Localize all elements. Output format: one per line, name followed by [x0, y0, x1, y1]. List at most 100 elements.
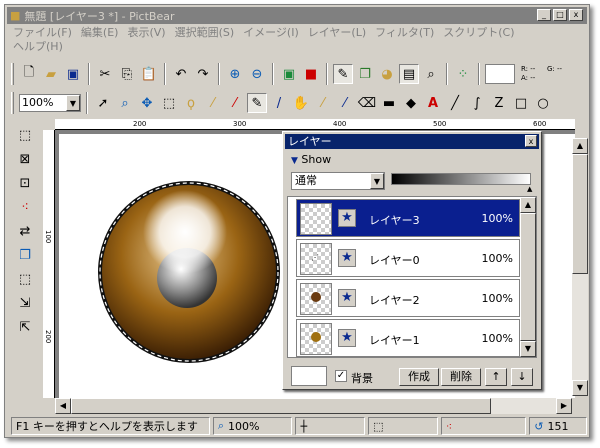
layer-row[interactable]: ★ レイヤー2 100% — [296, 279, 520, 317]
zoom-tool-icon[interactable]: ⌕ — [115, 93, 135, 113]
swap-icon[interactable]: ⇄ — [15, 221, 35, 241]
close-icon[interactable]: x — [525, 135, 537, 147]
menu-help[interactable]: ヘルプ(H) — [13, 40, 63, 54]
menu-view[interactable]: 表示(V) — [127, 26, 165, 40]
lasso-icon[interactable]: ϙ — [181, 93, 201, 113]
maximize-button[interactable]: □ — [553, 9, 567, 21]
minimize-button[interactable]: _ — [537, 9, 551, 21]
vertical-scrollbar[interactable]: ▲ ▼ — [572, 138, 588, 396]
brush-panel-icon[interactable]: ✎ — [333, 64, 353, 84]
move-layer-down-button[interactable]: ↓ — [511, 368, 533, 386]
eraser-icon[interactable]: ⌫ — [357, 93, 377, 113]
info-panel-icon[interactable]: ▤ — [399, 64, 419, 84]
bg-color-swatch[interactable] — [291, 366, 327, 386]
export-icon[interactable]: ⇲ — [15, 293, 35, 313]
eye-drawing — [98, 181, 280, 363]
line-tool-icon[interactable]: ╱ — [445, 93, 465, 113]
image-icon[interactable]: ▣ — [279, 64, 299, 84]
cut-icon[interactable]: ✂ — [95, 64, 115, 84]
scroll-down-button[interactable]: ▼ — [520, 341, 536, 357]
visibility-star-icon[interactable]: ★ — [338, 329, 356, 347]
menu-selection[interactable]: 選択範囲(S) — [175, 26, 235, 40]
layer-opacity: 100% — [481, 332, 513, 345]
menu-image[interactable]: イメージ(I) — [243, 26, 299, 40]
menu-filter[interactable]: フィルタ(T) — [375, 26, 434, 40]
move-tool-icon[interactable]: ✥ — [137, 93, 157, 113]
scroll-down-button[interactable]: ▼ — [572, 380, 588, 396]
rect-select-icon[interactable]: ⬚ — [159, 93, 179, 113]
menu-layer[interactable]: レイヤー(L) — [308, 26, 366, 40]
zoom-select[interactable]: 100% ▼ — [19, 94, 81, 112]
clone-icon[interactable]: ▬ — [379, 93, 399, 113]
chevron-down-icon[interactable]: ▼ — [370, 173, 384, 189]
import-icon[interactable]: ⇱ — [15, 317, 35, 337]
scroll-up-button[interactable]: ▲ — [520, 197, 536, 213]
save-icon[interactable]: ▣ — [63, 64, 83, 84]
hand-tool-icon[interactable]: ✋ — [291, 93, 311, 113]
menu-edit[interactable]: 編集(E) — [81, 26, 119, 40]
layer-copy-icon[interactable]: ❐ — [15, 245, 35, 265]
move-layer-up-button[interactable]: ↑ — [485, 368, 507, 386]
visibility-star-icon[interactable]: ★ — [338, 249, 356, 267]
palette-icon[interactable]: ◕ — [377, 64, 397, 84]
deselect-icon[interactable]: ⊠ — [15, 149, 35, 169]
create-layer-button[interactable]: 作成 — [399, 368, 439, 386]
color-dots-icon[interactable]: ⁖ — [15, 197, 35, 217]
layers-panel-icon[interactable]: ❐ — [355, 64, 375, 84]
scroll-right-button[interactable]: ▶ — [556, 398, 572, 414]
status-help: F1 キーを押すとヘルプを表示します — [11, 417, 210, 435]
opacity-gradient-slider[interactable] — [391, 173, 531, 185]
scroll-up-button[interactable]: ▲ — [572, 138, 588, 154]
rectangle-tool-icon[interactable]: □ — [511, 93, 531, 113]
brush-tool-icon[interactable]: ✎ — [247, 93, 267, 113]
text-tool-icon[interactable]: A — [423, 93, 443, 113]
navigator-icon[interactable]: ⌕ — [421, 64, 441, 84]
visibility-star-icon[interactable]: ★ — [338, 289, 356, 307]
select-all-icon[interactable]: ⬚ — [15, 125, 35, 145]
fill-bucket-icon[interactable]: ◆ — [401, 93, 421, 113]
undo-icon[interactable]: ↶ — [171, 64, 191, 84]
pointer-tool-icon[interactable]: ➚ — [93, 93, 113, 113]
horizontal-scrollbar[interactable]: ◀ ▶ — [55, 398, 572, 414]
new-file-icon[interactable]: 🗋 — [19, 64, 39, 84]
layer-row[interactable]: ⋰ ★ レイヤー0 100% — [296, 239, 520, 277]
blend-mode-select[interactable]: 通常 ▼ — [291, 172, 385, 190]
zoom-out-icon[interactable]: ⊖ — [247, 64, 267, 84]
horizontal-scroll-thumb[interactable] — [71, 398, 491, 414]
color-icon[interactable]: ■ — [301, 64, 321, 84]
airbrush-icon[interactable]: ⁄ — [313, 93, 333, 113]
visibility-star-icon[interactable]: ★ — [338, 209, 356, 227]
smudge-icon[interactable]: ⁄ — [335, 93, 355, 113]
redo-icon[interactable]: ↷ — [193, 64, 213, 84]
chevron-down-icon[interactable]: ▼ — [66, 95, 80, 111]
crop-icon[interactable]: ⊡ — [15, 173, 35, 193]
zoom-in-icon[interactable]: ⊕ — [225, 64, 245, 84]
close-button[interactable]: x — [569, 9, 583, 21]
toolbar-grip[interactable] — [11, 92, 14, 114]
magic-wand-icon[interactable]: ⁄ — [203, 93, 223, 113]
curve-tool-icon[interactable]: ∫ — [467, 93, 487, 113]
layer-scroll-thumb[interactable] — [520, 213, 536, 341]
paste-icon[interactable]: 📋 — [139, 64, 159, 84]
menu-script[interactable]: スクリプト(C) — [443, 26, 514, 40]
opacity-slider-handle[interactable]: ▲ — [527, 185, 532, 193]
pen-tool-icon[interactable]: ⁄ — [225, 93, 245, 113]
scroll-left-button[interactable]: ◀ — [55, 398, 71, 414]
layer-opacity: 100% — [481, 292, 513, 305]
show-toggle[interactable]: ▼ Show — [291, 153, 331, 166]
delete-layer-button[interactable]: 削除 — [441, 368, 481, 386]
copy-icon[interactable]: ⎘ — [117, 64, 137, 84]
dotted-rect-icon[interactable]: ⬚ — [15, 269, 35, 289]
vertical-scroll-thumb[interactable] — [572, 154, 588, 274]
polyline-tool-icon[interactable]: Z — [489, 93, 509, 113]
bg-checkbox[interactable]: ✓ — [335, 370, 347, 382]
layer-row[interactable]: ★ レイヤー3 100% — [296, 199, 520, 237]
layer-row[interactable]: ★ レイヤー1 100% — [296, 319, 520, 357]
pencil-tool-icon[interactable]: / — [269, 93, 289, 113]
layer-list-scrollbar[interactable]: ▲ ▼ — [520, 197, 536, 357]
open-folder-icon[interactable]: ▰ — [41, 64, 61, 84]
ellipse-tool-icon[interactable]: ○ — [533, 93, 553, 113]
menu-file[interactable]: ファイル(F) — [13, 26, 72, 40]
grid-icon[interactable]: ⁘ — [453, 64, 473, 84]
toolbar-grip[interactable] — [11, 63, 14, 85]
